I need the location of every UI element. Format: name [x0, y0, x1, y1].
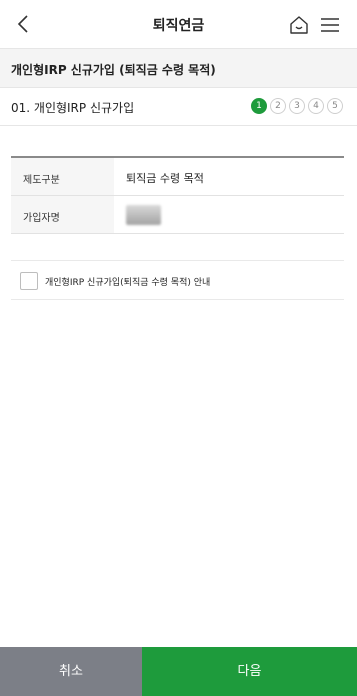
step-progress: 1 2 3 4 5	[248, 98, 343, 114]
subscriber-name-redacted	[126, 205, 161, 225]
next-button[interactable]: 다음	[142, 647, 357, 696]
notice-checkbox[interactable]	[20, 272, 38, 290]
table-row-plan-type: 제도구분 퇴직금 수령 목적	[11, 158, 344, 196]
info-table: 제도구분 퇴직금 수령 목적 가입자명	[11, 156, 344, 234]
notice-label[interactable]: 개인형IRP 신규가입(퇴직금 수령 목적) 안내	[45, 275, 210, 288]
step-indicator-row: 01. 개인형IRP 신규가입 1 2 3 4 5	[0, 88, 357, 126]
subscriber-name-label: 가입자명	[11, 196, 114, 233]
plan-type-label: 제도구분	[11, 158, 114, 195]
hamburger-menu-icon[interactable]	[318, 14, 342, 36]
cancel-button[interactable]: 취소	[0, 647, 142, 696]
app-header: 퇴직연금	[0, 0, 357, 48]
bottom-action-bar: 취소 다음	[0, 647, 357, 696]
step-dot-5: 5	[327, 98, 343, 114]
step-dot-4: 4	[308, 98, 324, 114]
step-title: 01. 개인형IRP 신규가입	[11, 101, 135, 115]
section-header: 개인형IRP 신규가입 (퇴직금 수령 목적)	[0, 48, 357, 88]
step-dot-1: 1	[251, 98, 267, 114]
step-dot-3: 3	[289, 98, 305, 114]
plan-type-value: 퇴직금 수령 목적	[126, 172, 204, 185]
section-title: 개인형IRP 신규가입 (퇴직금 수령 목적)	[11, 63, 216, 77]
home-icon[interactable]	[288, 14, 310, 36]
step-dot-2: 2	[270, 98, 286, 114]
chevron-left-icon[interactable]	[12, 12, 36, 36]
notice-agreement-row[interactable]: 개인형IRP 신규가입(퇴직금 수령 목적) 안내	[11, 260, 344, 300]
table-row-subscriber-name: 가입자명	[11, 196, 344, 234]
